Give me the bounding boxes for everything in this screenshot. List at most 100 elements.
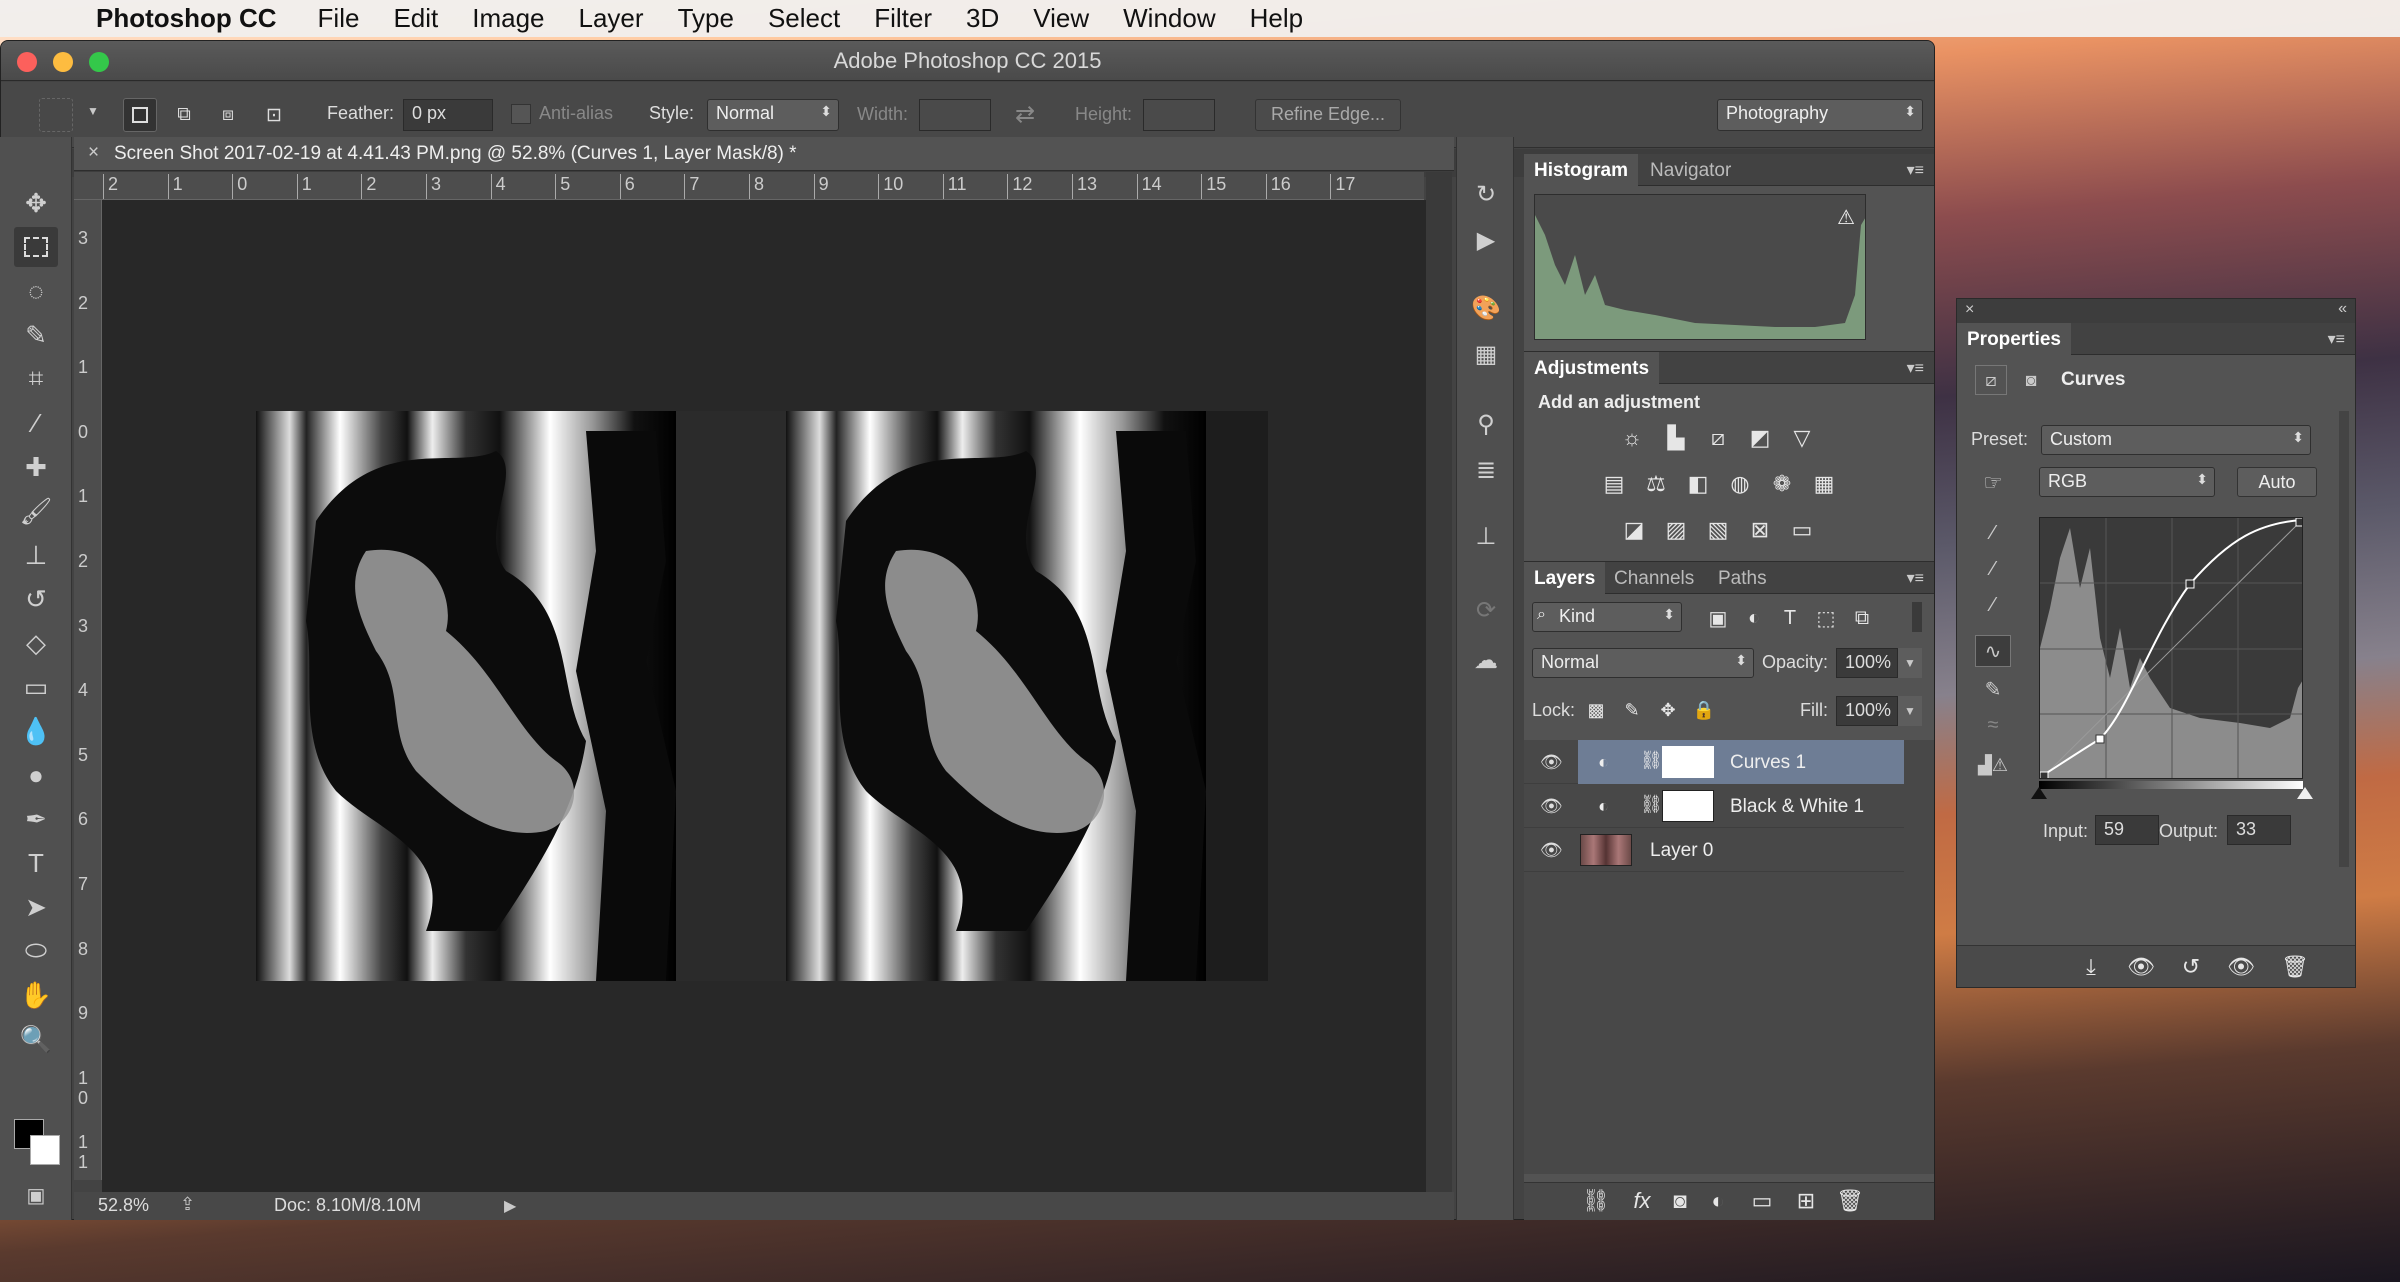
- lasso-tool-icon[interactable]: ◌: [14, 271, 58, 311]
- layer-name[interactable]: Black & White 1: [1730, 796, 1864, 818]
- menu-3d[interactable]: 3D: [949, 3, 1016, 34]
- visibility-eye-icon[interactable]: 👁: [1540, 796, 1563, 817]
- menu-select[interactable]: Select: [751, 3, 857, 34]
- blur-tool-icon[interactable]: 💧: [14, 711, 58, 751]
- opacity-chevron-icon[interactable]: ▼: [1898, 648, 1922, 678]
- sample-highlights-eyedropper-icon[interactable]: ⁄: [1977, 589, 2009, 621]
- panel-menu-icon[interactable]: ▾≡: [1907, 160, 1924, 180]
- visibility-eye-icon[interactable]: 👁: [1540, 840, 1563, 861]
- collapse-icon[interactable]: «: [2338, 300, 2347, 318]
- levels-icon[interactable]: ▙: [1660, 422, 1692, 454]
- layer-thumbnail[interactable]: [1580, 834, 1632, 866]
- height-input[interactable]: [1143, 99, 1215, 131]
- brightness-contrast-icon[interactable]: ☼: [1616, 422, 1648, 454]
- quick-mask-icon[interactable]: ▣: [14, 1175, 58, 1215]
- menu-window[interactable]: Window: [1106, 3, 1232, 34]
- subtract-selection-icon[interactable]: ⧈: [211, 98, 245, 132]
- trash-icon[interactable]: 🗑: [2279, 951, 2311, 983]
- new-layer-icon[interactable]: ⊞: [1790, 1185, 1822, 1217]
- targeted-adjustment-icon[interactable]: ☞: [1975, 467, 2011, 499]
- refine-edge-button[interactable]: Refine Edge...: [1255, 99, 1401, 131]
- fill-input[interactable]: 100%: [1836, 696, 1898, 726]
- filter-pixel-icon[interactable]: ▣: [1702, 602, 1734, 634]
- marquee-preset-icon[interactable]: [39, 98, 73, 132]
- panel-menu-icon[interactable]: ▾≡: [1907, 358, 1924, 378]
- trash-icon[interactable]: 🗑: [1834, 1185, 1866, 1217]
- photo-filter-icon[interactable]: ◍: [1724, 468, 1756, 500]
- add-mask-icon[interactable]: ◙: [1664, 1185, 1696, 1217]
- lock-all-icon[interactable]: 🔒: [1688, 694, 1720, 726]
- new-selection-icon[interactable]: [123, 98, 157, 132]
- input-field[interactable]: 59: [2095, 815, 2159, 845]
- workspace-select[interactable]: Photography: [1717, 99, 1923, 131]
- menu-image[interactable]: Image: [455, 3, 561, 34]
- warning-icon[interactable]: ⚠: [1837, 205, 1855, 230]
- output-field[interactable]: 33: [2227, 815, 2291, 845]
- sample-shadows-eyedropper-icon[interactable]: ⁄: [1977, 517, 2009, 549]
- preset-select[interactable]: Custom: [2041, 425, 2311, 455]
- actions-panel-icon[interactable]: ▶: [1469, 223, 1503, 257]
- rectangular-marquee-icon[interactable]: [14, 227, 58, 267]
- filter-toggle[interactable]: [1912, 602, 1922, 632]
- black-white-icon[interactable]: ◧: [1682, 468, 1714, 500]
- toggle-visibility-icon[interactable]: 👁: [2225, 951, 2257, 983]
- tab-properties[interactable]: Properties: [1957, 323, 2071, 355]
- white-point-slider[interactable]: [2297, 787, 2313, 799]
- layer-filter-select[interactable]: Kind: [1532, 602, 1682, 632]
- channel-select[interactable]: RGB: [2039, 467, 2215, 497]
- ellipse-tool-icon[interactable]: ⬭: [14, 931, 58, 971]
- properties-scrollbar[interactable]: [2339, 411, 2349, 867]
- move-tool-icon[interactable]: ✥: [14, 183, 58, 223]
- menu-type[interactable]: Type: [661, 3, 751, 34]
- curves-adjustment-icon[interactable]: ⧄: [1975, 365, 2007, 395]
- hue-saturation-icon[interactable]: ▤: [1598, 468, 1630, 500]
- lock-position-icon[interactable]: ✥: [1652, 694, 1684, 726]
- panel-menu-icon[interactable]: ▾≡: [2328, 329, 2345, 349]
- layer-mask-thumbnail[interactable]: [1662, 746, 1714, 778]
- mask-icon[interactable]: ◙: [2015, 365, 2047, 395]
- lock-pixels-icon[interactable]: ✎: [1616, 694, 1648, 726]
- new-adjustment-icon[interactable]: ◐: [1702, 1185, 1734, 1217]
- document-tab[interactable]: × Screen Shot 2017-02-19 at 4.41.43 PM.p…: [74, 137, 1454, 171]
- layer-row-layer0[interactable]: 👁 Layer 0: [1524, 828, 1904, 872]
- clone-source-icon[interactable]: ⊥: [1469, 519, 1503, 553]
- tab-layers[interactable]: Layers: [1524, 562, 1606, 594]
- zoom-level[interactable]: 52.8%: [98, 1195, 149, 1216]
- libraries-icon[interactable]: ⟳: [1469, 593, 1503, 627]
- menu-filter[interactable]: Filter: [857, 3, 949, 34]
- selective-color-icon[interactable]: ⊠: [1744, 514, 1776, 546]
- filter-adjustment-icon[interactable]: ◐: [1738, 602, 1770, 634]
- blend-mode-select[interactable]: Normal: [1532, 648, 1754, 678]
- curves-icon[interactable]: ⧄: [1702, 422, 1734, 454]
- channel-mixer-icon[interactable]: ❁: [1766, 468, 1798, 500]
- brush-tool-icon[interactable]: 🖌: [14, 491, 58, 531]
- link-layers-icon[interactable]: ⛓: [1580, 1185, 1612, 1217]
- canvas-area[interactable]: [102, 200, 1452, 1192]
- gradient-map-icon[interactable]: ▭: [1786, 514, 1818, 546]
- sample-midtones-eyedropper-icon[interactable]: ⁄: [1977, 553, 2009, 585]
- swatches-panel-icon[interactable]: ▦: [1469, 337, 1503, 371]
- pen-tool-icon[interactable]: ✒: [14, 799, 58, 839]
- path-selection-icon[interactable]: ➤: [14, 887, 58, 927]
- menu-app-name[interactable]: Photoshop CC: [96, 3, 301, 34]
- auto-button[interactable]: Auto: [2237, 467, 2317, 497]
- clone-stamp-icon[interactable]: ⊥: [14, 535, 58, 575]
- color-balance-icon[interactable]: ⚖: [1640, 468, 1672, 500]
- filter-smart-object-icon[interactable]: ⧉: [1846, 602, 1878, 634]
- menu-help[interactable]: Help: [1233, 3, 1320, 34]
- intersect-selection-icon[interactable]: ⊡: [257, 98, 291, 132]
- invert-icon[interactable]: ◪: [1618, 514, 1650, 546]
- chevron-down-icon[interactable]: ▼: [87, 104, 99, 118]
- smooth-curve-icon[interactable]: ≈: [1977, 709, 2009, 741]
- eyedropper-tool-icon[interactable]: ⁄: [14, 403, 58, 443]
- hand-tool-icon[interactable]: ✋: [14, 975, 58, 1015]
- background-color-swatch[interactable]: [30, 1135, 60, 1165]
- black-point-slider[interactable]: [2031, 787, 2047, 799]
- color-lookup-icon[interactable]: ▦: [1808, 468, 1840, 500]
- style-select[interactable]: Normal: [707, 99, 839, 131]
- brush-presets-icon[interactable]: ⚲: [1469, 407, 1503, 441]
- layer-mask-thumbnail[interactable]: [1662, 790, 1714, 822]
- feather-input[interactable]: 0 px: [403, 99, 493, 131]
- menu-file[interactable]: File: [301, 3, 377, 34]
- share-icon[interactable]: ⇪: [180, 1194, 195, 1215]
